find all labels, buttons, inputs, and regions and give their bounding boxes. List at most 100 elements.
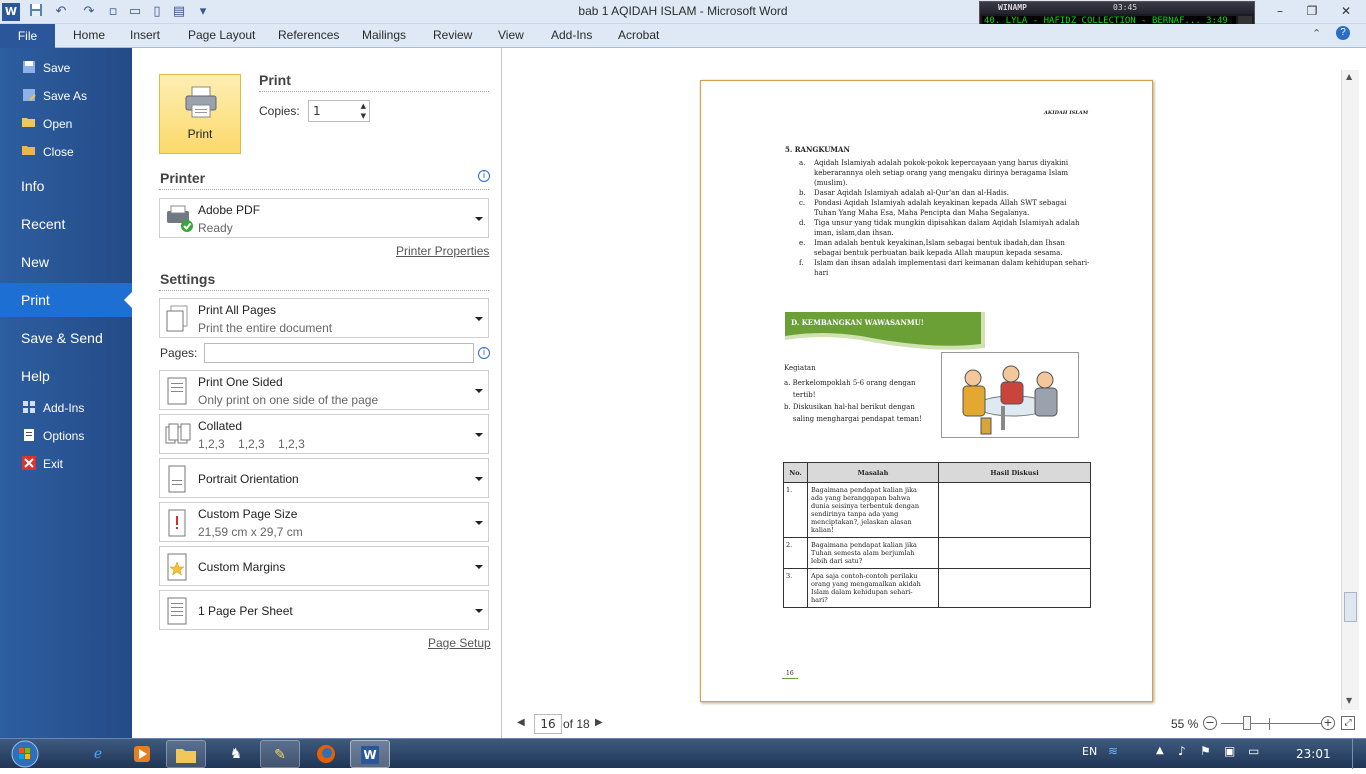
zoom-slider[interactable] <box>1221 723 1321 724</box>
print-range-dropdown[interactable]: Print All Pages Print the entire documen… <box>159 298 489 338</box>
copies-up-icon[interactable]: ▲ <box>361 102 366 110</box>
options-icon <box>21 428 37 444</box>
pages-label: Pages: <box>160 346 198 360</box>
copies-input[interactable]: 1 ▲ ▼ <box>308 100 370 122</box>
volume-icon[interactable]: ♪ <box>1178 744 1186 758</box>
copies-down-icon[interactable]: ▼ <box>361 112 366 120</box>
summary-line: Aqidah Islamiyah adalah pokok-pokok kepe… <box>814 159 1069 167</box>
margins-dropdown[interactable]: Custom Margins <box>159 546 489 586</box>
start-button[interactable] <box>10 739 42 769</box>
row-number: 2. <box>783 537 808 569</box>
nav-save-send[interactable]: Save & Send <box>0 321 132 355</box>
help-icon[interactable]: ? <box>1336 26 1350 40</box>
nav-save-as[interactable]: Save As <box>0 82 132 110</box>
nav-close[interactable]: Close <box>0 138 132 166</box>
tab-view[interactable]: View <box>498 28 524 42</box>
activity-title: Kegiatan <box>784 364 816 372</box>
nav-save[interactable]: Save <box>0 54 132 82</box>
folder-open-icon <box>21 116 37 132</box>
nav-exit[interactable]: Exit <box>0 450 132 478</box>
printer-info-icon[interactable]: i <box>478 170 490 182</box>
summary-line: sebagai bentuk perbuatan baik kepada All… <box>814 249 1063 257</box>
question-line: orang yang mengamalkan akidah <box>811 580 921 588</box>
show-desktop-button[interactable] <box>1352 739 1366 769</box>
close-window-button[interactable]: ✕ <box>1332 0 1360 22</box>
minimize-button[interactable]: – <box>1266 0 1294 22</box>
nav-options[interactable]: Options <box>0 422 132 450</box>
tab-acrobat[interactable]: Acrobat <box>618 28 659 42</box>
tab-add-ins[interactable]: Add-Ins <box>551 28 592 42</box>
firefox-icon[interactable] <box>306 740 346 768</box>
tab-references[interactable]: References <box>278 28 339 42</box>
device-icon[interactable]: ▣ <box>1224 744 1235 758</box>
pages-info-icon[interactable]: i <box>478 347 490 359</box>
tab-insert[interactable]: Insert <box>130 28 160 42</box>
printer-dropdown[interactable]: Adobe PDF Ready <box>159 198 489 238</box>
previous-page-icon[interactable]: ◀ <box>517 717 525 728</box>
row-answer-cell <box>938 568 1091 608</box>
table-header-hasil: Hasil Diskusi <box>938 462 1091 483</box>
preview-scrollbar[interactable]: ▲ ▼ <box>1341 70 1359 710</box>
zoom-to-page-icon[interactable]: ⤢ <box>1341 716 1355 730</box>
network-icon[interactable]: ≋ <box>1108 744 1118 758</box>
question-line: lebih dari satu? <box>811 557 863 565</box>
table-row: 2. Bagaimana pendapat kalian jika Tuhan se… <box>783 537 1091 569</box>
portrait-icon <box>165 465 191 493</box>
tab-file[interactable]: File <box>0 24 55 48</box>
tab-home[interactable]: Home <box>73 28 105 42</box>
language-indicator[interactable]: EN <box>1082 745 1097 758</box>
tab-page-layout[interactable]: Page Layout <box>188 28 255 42</box>
show-hidden-icons[interactable]: ▲ <box>1156 745 1164 756</box>
nav-recent[interactable]: Recent <box>0 207 132 241</box>
zoom-in-icon[interactable]: + <box>1321 716 1335 730</box>
scroll-up-icon[interactable]: ▲ <box>1346 72 1352 81</box>
sides-dropdown[interactable]: Print One Sided Only print on one side o… <box>159 370 489 410</box>
zoom-slider-thumb[interactable] <box>1243 716 1251 730</box>
media-player-icon[interactable] <box>122 740 162 768</box>
pages-input[interactable] <box>204 343 474 363</box>
nav-print[interactable]: Print <box>0 283 132 317</box>
question-line: Bagaimana pendapat kalian jika <box>811 541 917 549</box>
table-row: 1. Bagaimana pendapat kalian jika ada yang… <box>783 482 1091 538</box>
internet-explorer-icon[interactable]: ℯ <box>78 740 118 768</box>
display-icon[interactable]: ▭ <box>1248 744 1259 758</box>
action-center-icon[interactable]: ⚑ <box>1200 744 1211 758</box>
game-icon[interactable]: ♞ <box>216 740 256 768</box>
nav-info[interactable]: Info <box>0 169 132 203</box>
scroll-thumb[interactable] <box>1344 592 1357 622</box>
minimize-ribbon-icon[interactable]: ⌃ <box>1312 27 1321 40</box>
printer-status: Ready <box>198 221 233 235</box>
tab-mailings[interactable]: Mailings <box>362 28 406 42</box>
page-size-dropdown[interactable]: Custom Page Size 21,59 cm x 29,7 cm <box>159 502 489 542</box>
explorer-icon[interactable] <box>166 740 206 768</box>
settings-section-title: Settings <box>160 271 216 287</box>
folder-close-icon <box>21 144 37 160</box>
nav-add-ins[interactable]: Add-Ins <box>0 394 132 422</box>
chevron-down-icon <box>475 317 483 321</box>
zoom-level[interactable]: 55 % <box>1171 717 1198 731</box>
nav-help[interactable]: Help <box>0 359 132 393</box>
printer-properties-link[interactable]: Printer Properties <box>396 244 489 258</box>
print-button[interactable]: Print <box>159 74 241 154</box>
restore-button[interactable]: ❐ <box>1298 0 1326 22</box>
nav-open[interactable]: Open <box>0 110 132 138</box>
discussion-table: No. Masalah Hasil Diskusi 1. Bagaimana pe… <box>783 462 1091 608</box>
ribbon-tabs: File Home Insert Page Layout References … <box>0 24 1366 48</box>
summary-line: hari <box>814 269 829 277</box>
page-setup-link[interactable]: Page Setup <box>428 636 491 650</box>
collation-dropdown[interactable]: Collated 1,2,3 1,2,3 1,2,3 <box>159 414 489 454</box>
orientation-dropdown[interactable]: Portrait Orientation <box>159 458 489 498</box>
section-banner-text: D. KEMBANGKAN WAWASANMU! <box>791 318 924 327</box>
pages-per-sheet-dropdown[interactable]: 1 Page Per Sheet <box>159 590 489 630</box>
tab-review[interactable]: Review <box>433 28 472 42</box>
collated-icon <box>165 423 191 451</box>
tools-icon[interactable]: ✎ <box>260 740 300 768</box>
current-page-input[interactable]: 16 <box>534 714 562 734</box>
nav-new[interactable]: New <box>0 245 132 279</box>
zoom-out-icon[interactable]: − <box>1203 716 1217 730</box>
word-taskbar-icon[interactable]: W <box>350 740 390 768</box>
scroll-down-icon[interactable]: ▼ <box>1346 696 1352 705</box>
clock[interactable]: 23:01 <box>1296 747 1331 761</box>
summary-line: Tuhan Yang Maha Esa, Maha Pencipta dan M… <box>814 209 1030 217</box>
next-page-icon[interactable]: ▶ <box>595 717 603 728</box>
